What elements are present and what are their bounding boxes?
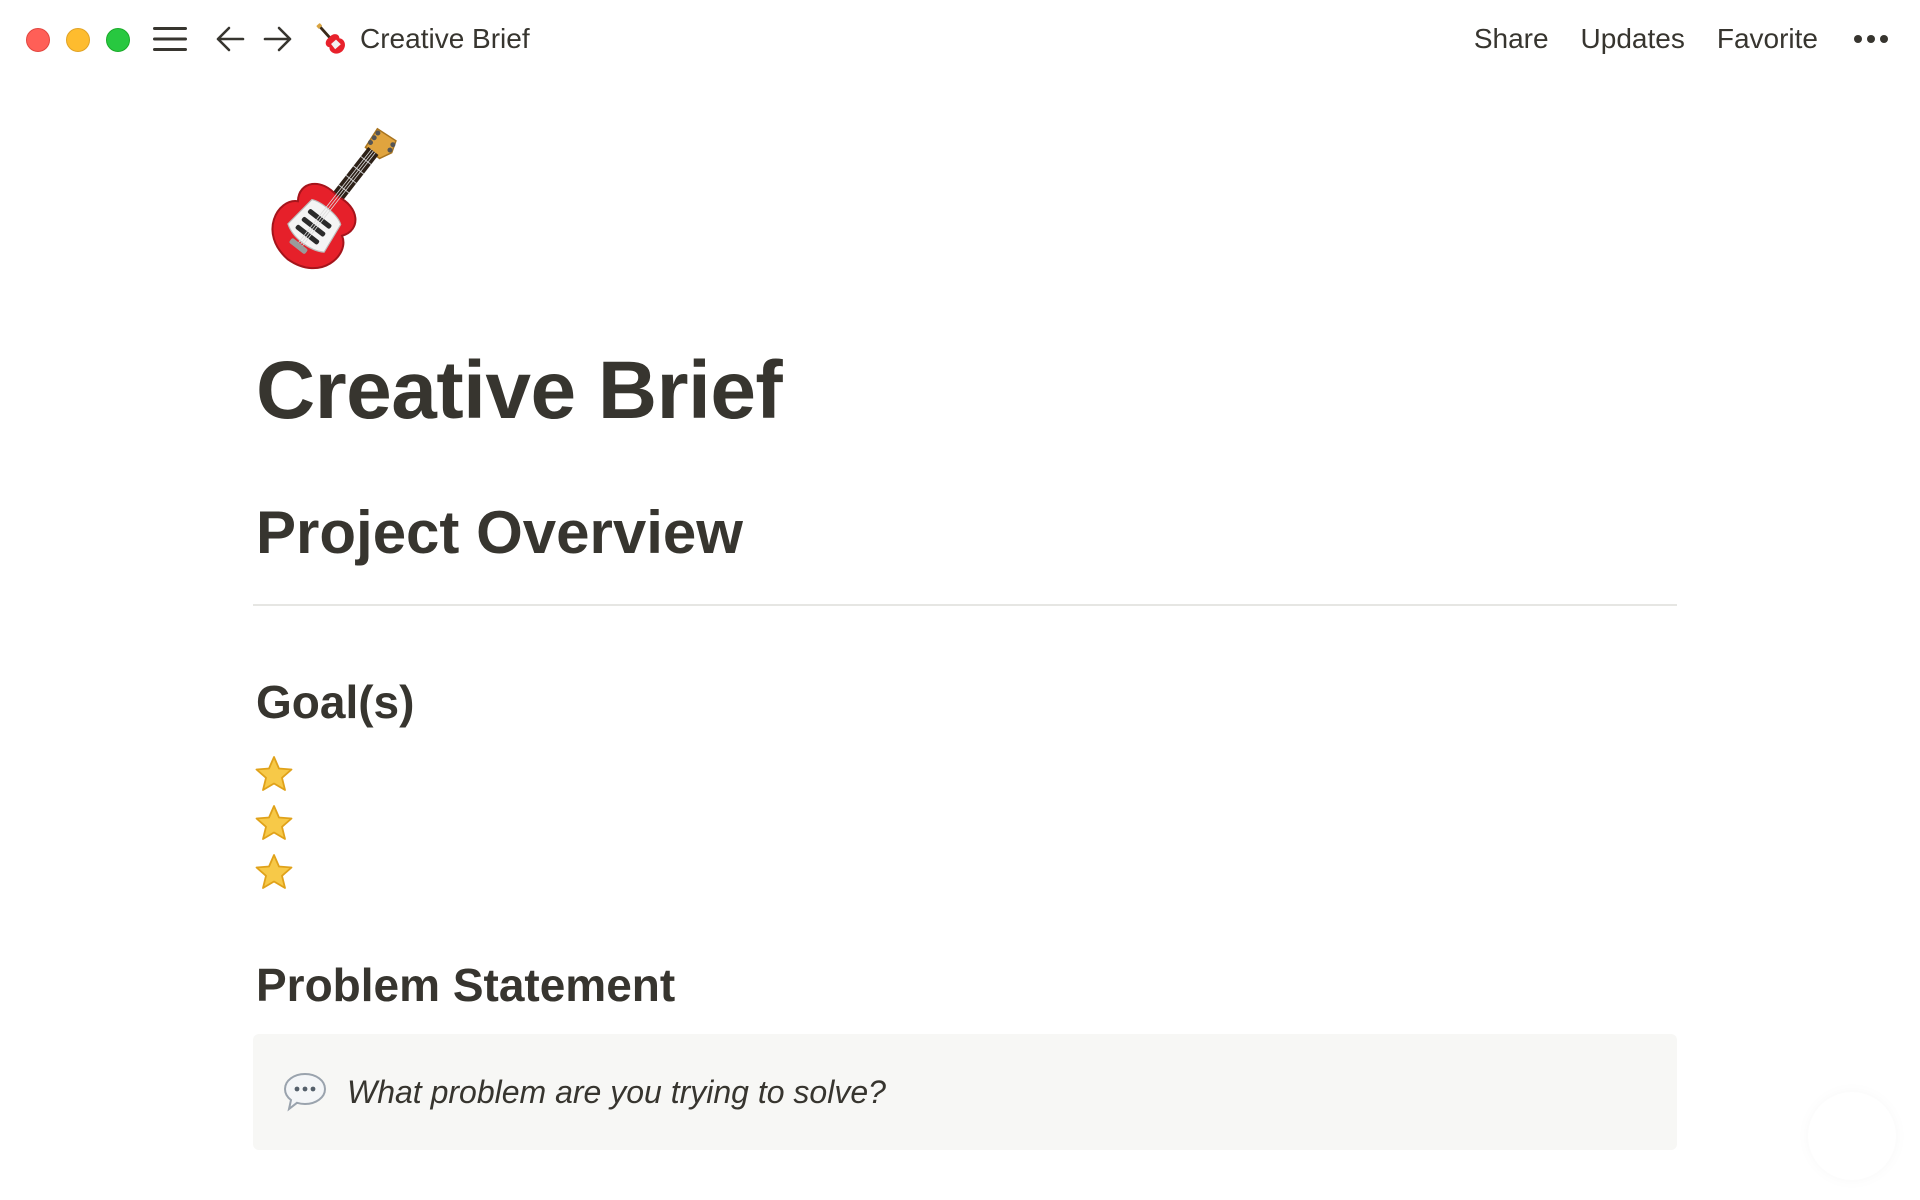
arrow-right-icon xyxy=(263,26,292,52)
share-button[interactable]: Share xyxy=(1474,23,1549,55)
star-icon[interactable] xyxy=(254,754,294,794)
star-icon[interactable] xyxy=(254,803,294,843)
more-options-button[interactable] xyxy=(1850,35,1892,43)
divider xyxy=(253,604,1677,606)
sidebar-menu-button[interactable] xyxy=(150,18,190,60)
page-title[interactable]: Creative Brief xyxy=(256,344,783,438)
back-button[interactable] xyxy=(210,18,250,60)
help-button[interactable] xyxy=(1808,1092,1896,1180)
window-minimize-button[interactable] xyxy=(66,28,90,52)
breadcrumb[interactable]: Creative Brief xyxy=(312,18,530,60)
hamburger-menu-icon xyxy=(153,27,187,51)
callout-text[interactable]: What problem are you trying to solve? xyxy=(347,1074,886,1111)
topbar-actions: Share Updates Favorite xyxy=(1474,18,1892,60)
arrow-left-icon xyxy=(216,26,245,52)
star-icon[interactable] xyxy=(254,852,294,892)
guitar-icon xyxy=(316,23,345,54)
top-bar: Creative Brief Share Updates Favorite xyxy=(0,0,1920,78)
page-icon-guitar-icon[interactable] xyxy=(256,118,416,278)
updates-button[interactable]: Updates xyxy=(1581,23,1685,55)
forward-button[interactable] xyxy=(258,18,298,60)
callout-block[interactable]: What problem are you trying to solve? xyxy=(253,1034,1677,1150)
window-close-button[interactable] xyxy=(26,28,50,52)
heading-project-overview[interactable]: Project Overview xyxy=(256,498,743,567)
window-zoom-button[interactable] xyxy=(106,28,130,52)
heading-goals[interactable]: Goal(s) xyxy=(256,675,414,729)
heading-problem-statement[interactable]: Problem Statement xyxy=(256,958,675,1012)
favorite-button[interactable]: Favorite xyxy=(1717,23,1818,55)
breadcrumb-title: Creative Brief xyxy=(360,23,530,54)
speech-bubble-icon[interactable] xyxy=(281,1068,329,1116)
more-icon xyxy=(1854,35,1862,43)
